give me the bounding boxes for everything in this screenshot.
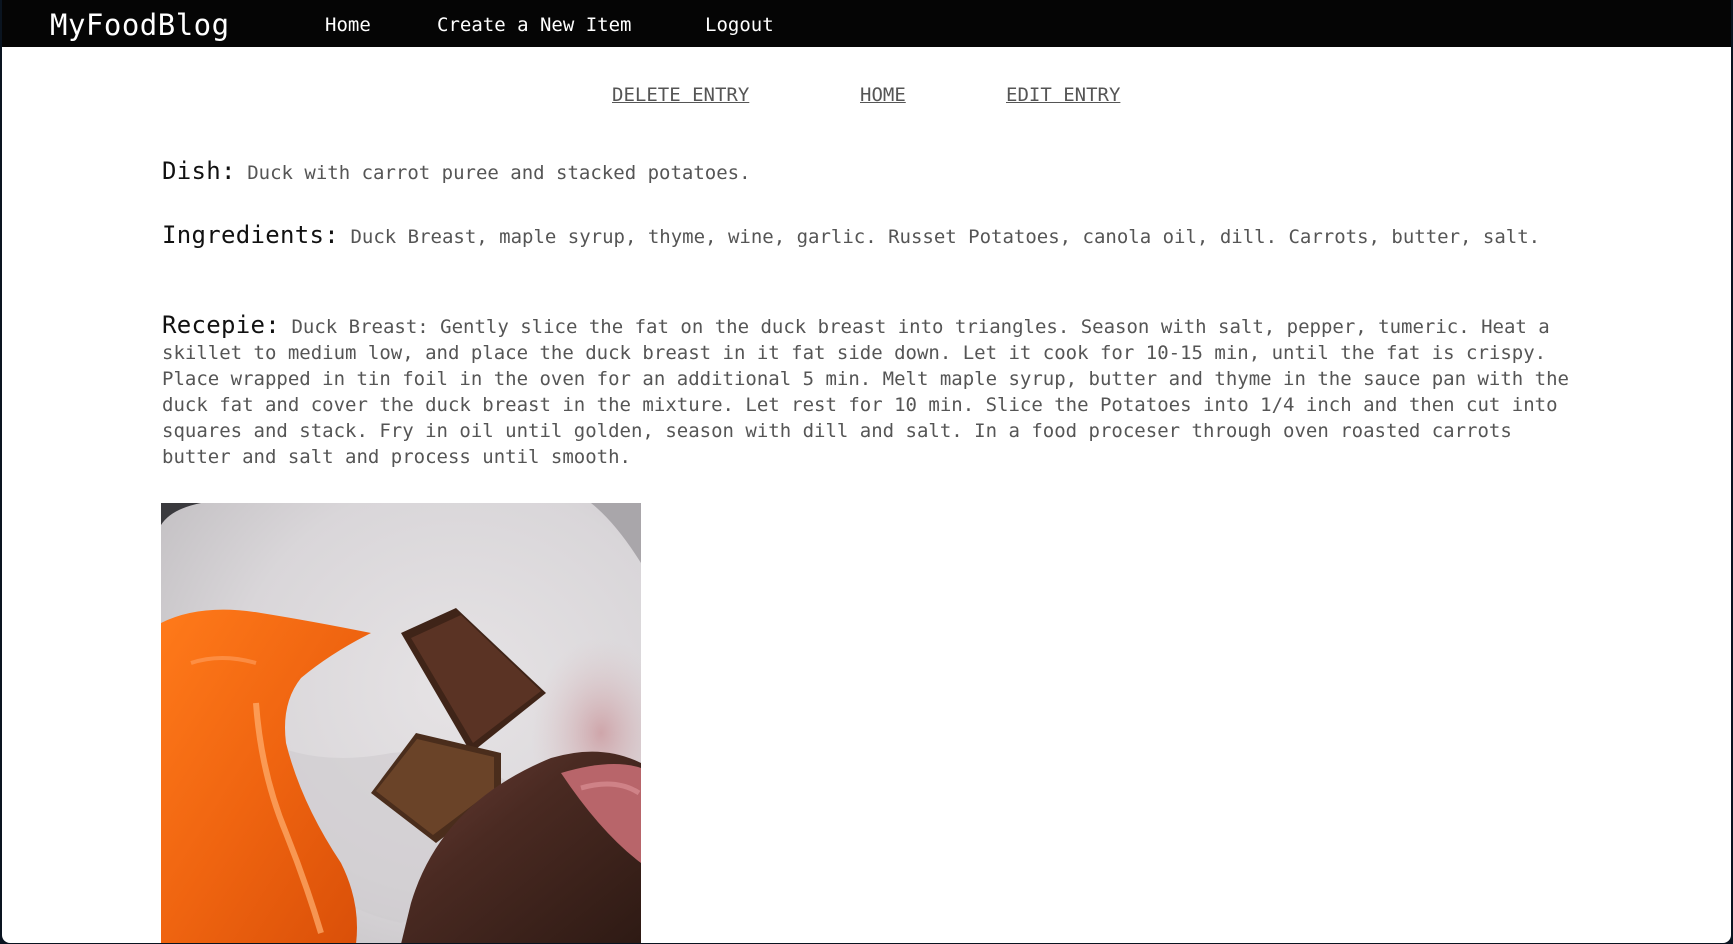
dish-label: Dish: bbox=[162, 157, 236, 185]
dish-field: Dish: Duck with carrot puree and stacked… bbox=[162, 158, 1582, 186]
nav-home-link[interactable]: Home bbox=[325, 12, 371, 38]
ingredients-label: Ingredients: bbox=[162, 221, 339, 249]
nav-logout-link[interactable]: Logout bbox=[705, 12, 774, 38]
dish-photo-image bbox=[161, 503, 641, 943]
app-window: MyFoodBlog Home Create a New Item Logout… bbox=[2, 0, 1731, 943]
navbar: MyFoodBlog Home Create a New Item Logout bbox=[2, 0, 1731, 47]
home-link[interactable]: HOME bbox=[860, 82, 906, 108]
ingredients-field: Ingredients: Duck Breast, maple syrup, t… bbox=[162, 222, 1582, 250]
brand-logo[interactable]: MyFoodBlog bbox=[50, 6, 230, 44]
edit-entry-link[interactable]: EDIT ENTRY bbox=[1006, 82, 1120, 108]
recipe-value: Duck Breast: Gently slice the fat on the… bbox=[162, 316, 1569, 468]
dish-value: Duck with carrot puree and stacked potat… bbox=[247, 162, 751, 184]
recipe-label: Recepie: bbox=[162, 311, 280, 339]
nav-create-item-link[interactable]: Create a New Item bbox=[437, 12, 631, 38]
recipe-field: Recepie: Duck Breast: Gently slice the f… bbox=[162, 312, 1582, 470]
dish-photo bbox=[161, 503, 641, 943]
ingredients-value: Duck Breast, maple syrup, thyme, wine, g… bbox=[350, 226, 1541, 248]
delete-entry-link[interactable]: DELETE ENTRY bbox=[612, 82, 749, 108]
